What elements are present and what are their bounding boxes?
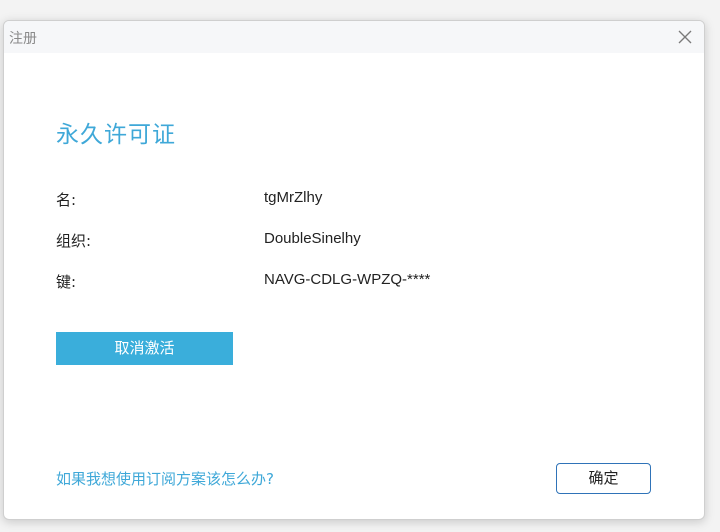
key-label: 键: <box>56 273 77 291</box>
ok-button[interactable]: 确定 <box>556 463 651 494</box>
organization-label: 组织: <box>56 232 92 250</box>
license-heading: 永久许可证 <box>56 122 176 148</box>
organization-value: DoubleSinelhy <box>264 230 361 247</box>
title-bar: 注册 <box>4 21 704 53</box>
key-value: NAVG-CDLG-WPZQ-**** <box>264 271 431 288</box>
window-title: 注册 <box>9 31 37 47</box>
close-icon <box>678 30 692 44</box>
name-label: 名: <box>56 191 77 209</box>
deactivate-button[interactable]: 取消激活 <box>56 332 233 365</box>
subscription-help-link[interactable]: 如果我想使用订阅方案该怎么办? <box>56 468 274 489</box>
name-value: tgMrZlhy <box>264 189 323 206</box>
registration-dialog: 注册 永久许可证 名: tgMrZlhy 组织: DoubleSinelhy 键… <box>3 20 705 520</box>
close-button[interactable] <box>668 21 702 53</box>
